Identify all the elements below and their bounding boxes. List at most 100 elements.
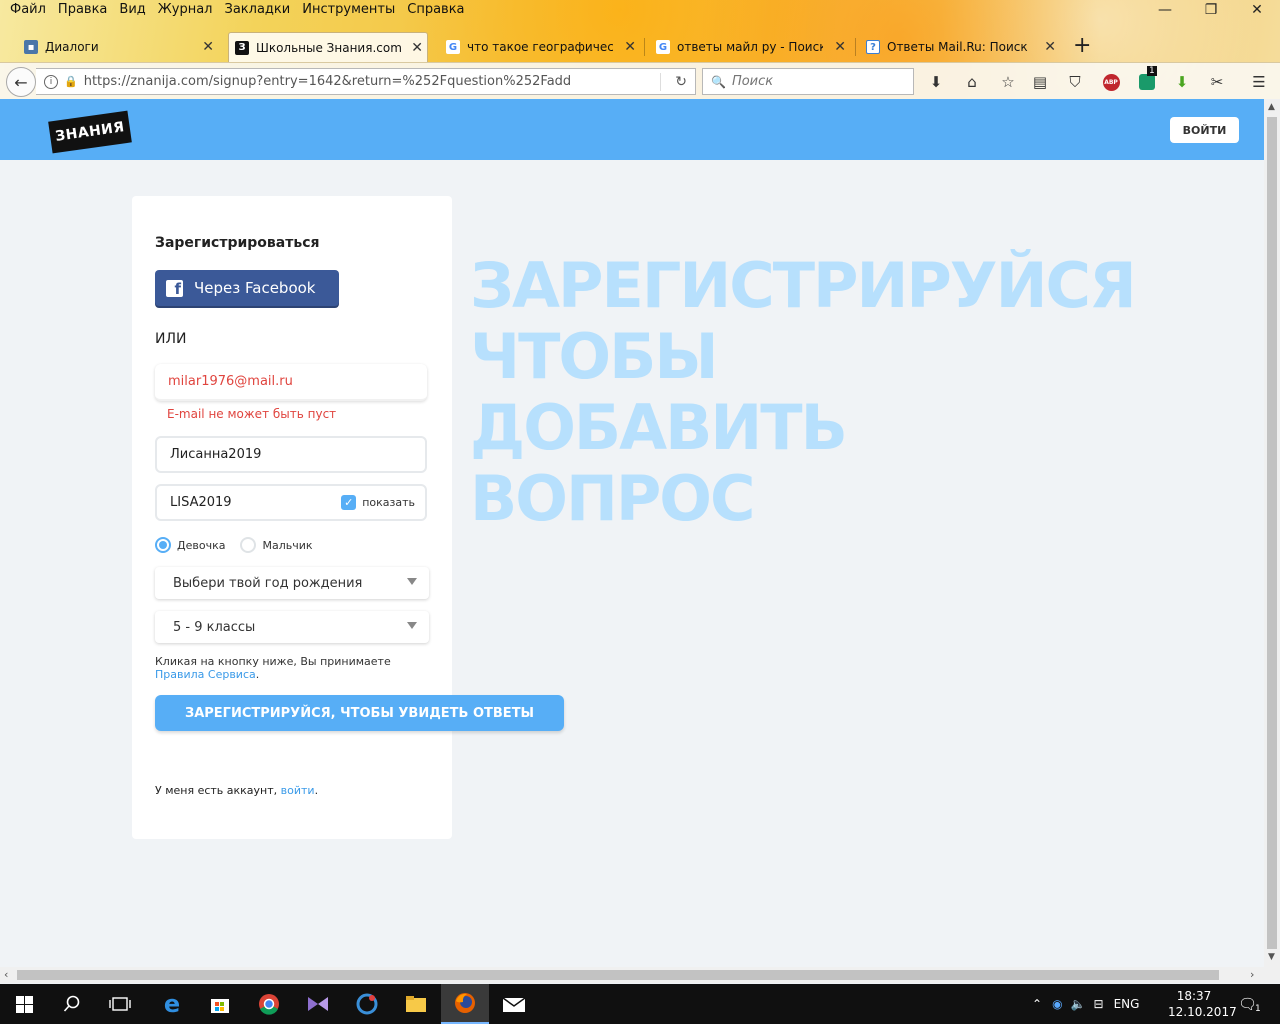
terms-notice: Кликая на кнопку ниже, Вы принимаете Пра… <box>155 655 391 681</box>
tab-close-icon[interactable]: ✕ <box>1044 39 1056 55</box>
menu-view[interactable]: Вид <box>113 0 151 22</box>
download-icon[interactable]: ⬇ <box>925 71 947 93</box>
or-divider-label: ИЛИ <box>155 331 187 347</box>
reload-icon[interactable]: ↻ <box>675 74 687 90</box>
close-window-button[interactable]: ✕ <box>1234 2 1280 18</box>
scroll-up-arrow-icon[interactable]: ▲ <box>1268 102 1275 112</box>
scroll-right-arrow-icon[interactable]: › <box>1250 968 1254 981</box>
login-link[interactable]: войти <box>281 784 315 797</box>
have-account-text: У меня есть аккаунт, <box>155 784 278 797</box>
minimize-button[interactable]: — <box>1142 2 1188 18</box>
terms-end: . <box>255 668 260 681</box>
pocket-icon[interactable]: ⛉ <box>1064 71 1086 93</box>
znanija-favicon-icon: З <box>235 40 249 55</box>
checkbox-checked-icon[interactable]: ✓ <box>341 495 357 510</box>
signup-card: Зарегистрироваться f Через Facebook ИЛИ … <box>132 196 564 839</box>
extension-badge-icon[interactable]: 1 <box>1136 66 1158 93</box>
network-icon[interactable]: ⊟ <box>1094 997 1104 1011</box>
radio-empty-icon[interactable] <box>240 537 257 553</box>
tab-znanija[interactable]: З Школьные Знания.com - Р ✕ <box>228 32 428 62</box>
chrome-icon[interactable] <box>245 984 293 1024</box>
show-password-label: показать <box>362 496 415 509</box>
tray-chevron-up-icon[interactable]: ⌃ <box>1032 997 1042 1011</box>
scroll-down-arrow-icon[interactable]: ▼ <box>1268 952 1275 962</box>
nickname-input[interactable] <box>170 447 350 462</box>
search-icon[interactable] <box>48 984 96 1024</box>
restore-button[interactable]: ❐ <box>1188 2 1234 18</box>
gender-radio-group: Девочка Мальчик <box>155 537 328 553</box>
menu-edit[interactable]: Правка <box>52 0 113 22</box>
firefox-icon[interactable] <box>441 984 489 1024</box>
email-field[interactable] <box>155 364 427 401</box>
header-login-button[interactable]: ВОЙТИ <box>1170 117 1239 143</box>
new-tab-plus-icon[interactable]: + <box>1073 33 1091 58</box>
tab-google-search-1[interactable]: G что такое географический ✕ <box>440 32 640 62</box>
radio-selected-icon[interactable] <box>155 537 171 553</box>
reading-list-icon[interactable]: ▤ <box>1029 71 1051 93</box>
action-center-icon[interactable]: 🗨 1 <box>1238 984 1261 1024</box>
scroll-left-arrow-icon[interactable]: ‹ <box>4 968 8 981</box>
file-explorer-icon[interactable] <box>392 984 440 1024</box>
menu-bookmarks[interactable]: Закладки <box>219 0 297 22</box>
show-password-toggle[interactable]: ✓ показать <box>341 495 415 510</box>
terms-link[interactable]: Правила Сервиса <box>155 668 256 681</box>
register-submit-button[interactable]: ЗАРЕГИСТРИРУЙСЯ, ЧТОБЫ УВИДЕТЬ ОТВЕТЫ <box>155 695 564 731</box>
tab-dialogs[interactable]: ▪ Диалоги ✕ <box>18 32 218 62</box>
horizontal-scrollbar[interactable]: ‹ › <box>0 967 1264 983</box>
bookmark-star-icon[interactable]: ☆ <box>997 71 1019 93</box>
mail-icon[interactable] <box>490 984 538 1024</box>
tab-title: Школьные Знания.com - Р <box>256 40 402 55</box>
menu-history[interactable]: Журнал <box>152 0 219 22</box>
email-input[interactable] <box>168 374 348 389</box>
tab-close-icon[interactable]: ✕ <box>834 39 846 55</box>
facebook-signup-button[interactable]: f Через Facebook <box>155 270 339 306</box>
language-indicator[interactable]: ENG <box>1114 997 1140 1011</box>
url-text[interactable]: https://znanija.com/signup?entry=1642&re… <box>84 74 571 89</box>
screenshot-scissors-icon[interactable]: ✂ <box>1206 71 1228 93</box>
adblock-icon[interactable]: ABP <box>1100 71 1122 93</box>
terms-text: Кликая на кнопку ниже, Вы принимаете <box>155 655 391 668</box>
grade-select[interactable]: 5 - 9 классы <box>155 611 429 643</box>
task-view-icon[interactable] <box>96 984 144 1024</box>
birth-year-select[interactable]: Выбери твой год рождения <box>155 567 429 599</box>
green-download-icon[interactable]: ⬇ <box>1171 71 1193 93</box>
visual-studio-icon[interactable] <box>294 984 342 1024</box>
password-input[interactable] <box>170 495 350 510</box>
url-bar[interactable]: i 🔒 https://znanija.com/signup?entry=164… <box>36 68 696 95</box>
tab-close-icon[interactable]: ✕ <box>411 40 423 56</box>
page-viewport: ЗНАНИЯ ВОЙТИ ЗАРЕГИСТРИРУЙСЯ ЧТОБЫ ДОБАВ… <box>0 99 1264 967</box>
home-icon[interactable]: ⌂ <box>961 71 983 93</box>
menu-tools[interactable]: Инструменты <box>296 0 401 22</box>
site-header: ЗНАНИЯ ВОЙТИ <box>0 99 1264 160</box>
hamburger-menu-icon[interactable]: ☰ <box>1248 71 1270 93</box>
tab-otvety-mail[interactable]: ? Ответы Mail.Ru: Поиск ✕ <box>860 32 1060 62</box>
notification-count: 1 <box>1255 1004 1261 1014</box>
tab-google-search-2[interactable]: G ответы майл ру - Поиск в ✕ <box>650 32 850 62</box>
url-separator <box>660 73 661 91</box>
extension-badge-count: 1 <box>1147 66 1157 76</box>
store-icon[interactable] <box>196 984 244 1024</box>
menu-help[interactable]: Справка <box>401 0 470 22</box>
edge-browser-icon[interactable]: e <box>148 984 196 1024</box>
taskbar-clock[interactable]: 18:37 12.10.2017 <box>1168 988 1237 1020</box>
ccleaner-icon[interactable] <box>343 984 391 1024</box>
password-field[interactable]: ✓ показать <box>155 484 427 521</box>
nickname-field[interactable] <box>155 436 427 473</box>
vertical-scroll-thumb[interactable] <box>1267 117 1277 949</box>
gender-option-boy[interactable]: Мальчик <box>240 537 313 553</box>
horizontal-scroll-thumb[interactable] <box>17 970 1219 980</box>
browser-search-bar[interactable]: 🔍 <box>702 68 914 95</box>
menu-file[interactable]: Файл <box>4 0 52 22</box>
tab-close-icon[interactable]: ✕ <box>624 39 636 55</box>
znanija-logo[interactable]: ЗНАНИЯ <box>48 110 132 154</box>
vertical-scrollbar[interactable]: ▲ ▼ <box>1264 99 1280 967</box>
site-info-icon[interactable]: i <box>44 74 58 89</box>
windows-start-icon[interactable] <box>0 984 48 1024</box>
tab-close-icon[interactable]: ✕ <box>202 39 214 55</box>
back-arrow-icon[interactable]: ← <box>6 67 36 97</box>
hero-line: ЗАРЕГИСТРИРУЙСЯ <box>470 249 1137 322</box>
browser-search-input[interactable] <box>731 74 902 89</box>
volume-icon[interactable]: 🔈 <box>1071 997 1086 1011</box>
gender-option-girl[interactable]: Девочка <box>155 537 225 553</box>
tray-app-icon[interactable]: ◉ <box>1052 997 1062 1011</box>
